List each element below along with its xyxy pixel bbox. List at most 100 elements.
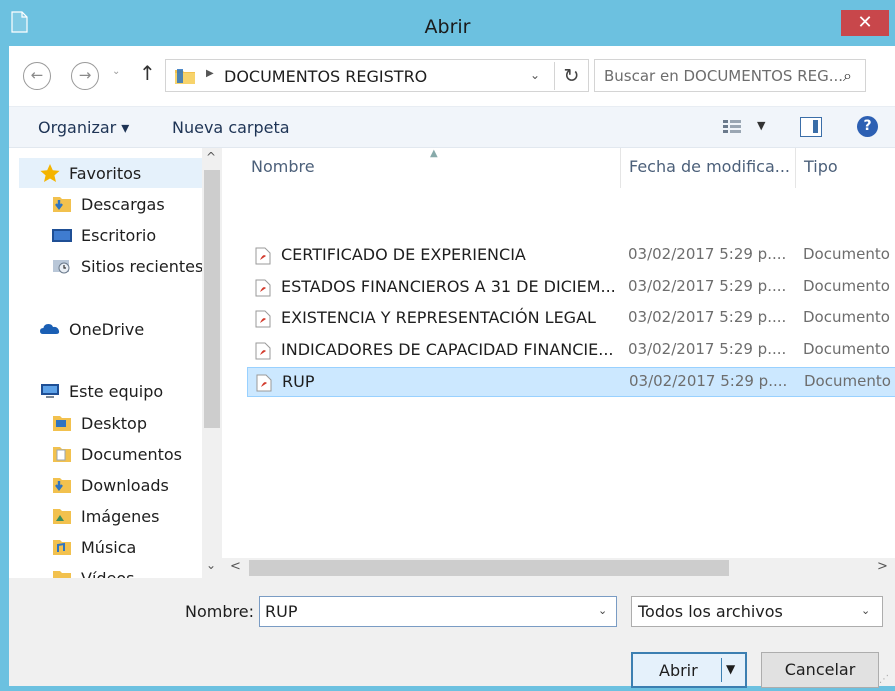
- forward-button[interactable]: →: [71, 62, 99, 90]
- nav-onedrive[interactable]: OneDrive: [39, 316, 144, 342]
- breadcrumb-separator-icon: ▶: [206, 68, 214, 79]
- cancel-button[interactable]: Cancelar: [761, 652, 879, 688]
- filter-dropdown-icon[interactable]: ⌄: [861, 604, 870, 617]
- file-type: Documento: [803, 245, 890, 263]
- sort-ascending-icon: ▲: [430, 148, 438, 159]
- nav-item-label: Downloads: [81, 475, 169, 495]
- file-date: 03/02/2017 5:29 p....: [628, 308, 787, 326]
- desktop-icon: [52, 229, 72, 242]
- pdf-file-icon: [255, 310, 271, 328]
- nav-item-sitios-recientes[interactable]: Sitios recientes: [51, 253, 202, 279]
- horizontal-scrollbar-thumb[interactable]: [249, 560, 729, 576]
- documents-folder-icon: [53, 447, 71, 462]
- column-header-name[interactable]: Nombre: [251, 157, 315, 176]
- pdf-file-icon: [256, 374, 272, 392]
- cloud-icon: [40, 324, 60, 334]
- file-date: 03/02/2017 5:29 p....: [628, 340, 787, 358]
- dialog-title: Abrir: [424, 16, 471, 38]
- file-row[interactable]: ESTADOS FINANCIEROS A 31 DE DICIEM... 03…: [247, 273, 895, 303]
- file-row-selected[interactable]: RUP 03/02/2017 5:29 p.... Documento: [247, 367, 895, 397]
- recent-locations-chevron-icon[interactable]: ⌄: [112, 66, 120, 77]
- column-divider[interactable]: [795, 148, 796, 188]
- file-row[interactable]: EXISTENCIA Y REPRESENTACIÓN LEGAL 03/02/…: [247, 304, 895, 334]
- pictures-folder-icon: [53, 509, 71, 524]
- nav-favorites-label: Favoritos: [69, 163, 142, 183]
- scroll-down-icon[interactable]: ⌄: [206, 558, 216, 572]
- filename-dropdown-icon[interactable]: ⌄: [598, 604, 607, 617]
- file-name: INDICADORES DE CAPACIDAD FINANCIE...: [281, 340, 614, 359]
- file-row[interactable]: INDICADORES DE CAPACIDAD FINANCIE... 03/…: [247, 336, 895, 366]
- open-options-dropdown-icon[interactable]: ▼: [726, 662, 735, 676]
- pdf-file-icon: [255, 342, 271, 360]
- refresh-button[interactable]: ↻: [554, 62, 588, 90]
- column-header-type[interactable]: Tipo: [804, 157, 838, 176]
- file-type-filter-value: Todos los archivos: [638, 602, 783, 621]
- nav-this-pc-label: Este equipo: [69, 381, 164, 401]
- scroll-left-icon[interactable]: <: [230, 559, 241, 574]
- title-bar[interactable]: Abrir ✕: [0, 0, 895, 52]
- new-folder-button[interactable]: Nueva carpeta: [172, 118, 290, 137]
- address-dropdown-icon[interactable]: ⌄: [530, 68, 540, 82]
- nav-item-desktop[interactable]: Desktop: [51, 410, 147, 436]
- file-type-filter[interactable]: Todos los archivos ⌄: [631, 596, 883, 627]
- back-button[interactable]: ←: [23, 62, 51, 90]
- nav-favorites[interactable]: Favoritos: [39, 160, 141, 186]
- folder-icon: [175, 69, 195, 84]
- filename-value[interactable]: RUP: [265, 602, 297, 621]
- nav-scrollbar-thumb[interactable]: [204, 170, 220, 428]
- open-button[interactable]: Abrir ▼: [631, 652, 747, 688]
- horizontal-scrollbar[interactable]: < >: [222, 558, 895, 578]
- filename-label: Nombre:: [185, 602, 254, 621]
- file-name: RUP: [282, 372, 315, 391]
- nav-item-label: Sitios recientes: [81, 256, 202, 276]
- column-header-date[interactable]: Fecha de modifica...: [629, 157, 790, 176]
- nav-item-videos[interactable]: Vídeos: [51, 565, 135, 578]
- scroll-right-icon[interactable]: >: [877, 559, 888, 574]
- nav-item-escritorio[interactable]: Escritorio: [51, 222, 156, 248]
- file-name: EXISTENCIA Y REPRESENTACIÓN LEGAL: [281, 308, 596, 327]
- star-icon: [40, 164, 60, 182]
- file-date: 03/02/2017 5:29 p....: [628, 245, 787, 263]
- command-bar: Organizar ▾ Nueva carpeta ▼ ?: [9, 106, 895, 148]
- dialog-footer: Nombre: RUP ⌄ Todos los archivos ⌄ Abrir…: [9, 578, 895, 688]
- file-type: Documento: [804, 372, 891, 390]
- nav-item-label: Documentos: [81, 444, 183, 464]
- downloads-folder-icon: [53, 478, 71, 493]
- desktop-folder-icon: [53, 416, 71, 431]
- nav-item-label: Música: [81, 537, 137, 557]
- nav-scrollbar[interactable]: ^ ⌄: [202, 148, 222, 578]
- help-icon[interactable]: ?: [857, 116, 878, 137]
- search-input[interactable]: Buscar en DOCUMENTOS REG... ⌕: [594, 59, 866, 92]
- nav-item-musica[interactable]: Música: [51, 534, 136, 560]
- search-icon[interactable]: ⌕: [843, 66, 852, 86]
- nav-item-descargas[interactable]: Descargas: [51, 191, 165, 217]
- videos-folder-icon: [53, 571, 71, 578]
- nav-onedrive-label: OneDrive: [69, 319, 145, 339]
- view-dropdown-icon[interactable]: ▼: [757, 119, 765, 132]
- view-options-icon[interactable]: [722, 119, 742, 135]
- open-button-label: Abrir: [659, 661, 698, 680]
- organize-button[interactable]: Organizar ▾: [38, 118, 129, 137]
- filename-input[interactable]: RUP ⌄: [259, 596, 617, 627]
- preview-pane-icon[interactable]: [800, 117, 822, 137]
- open-dialog: Abrir ✕ ← → ⌄ ↑ ▶ DOCUMENTOS REGISTRO ⌄ …: [0, 0, 895, 691]
- file-type: Documento: [803, 340, 890, 358]
- column-divider[interactable]: [620, 148, 621, 188]
- nav-item-imagenes[interactable]: Imágenes: [51, 503, 159, 529]
- scroll-up-icon[interactable]: ^: [206, 150, 216, 164]
- music-folder-icon: [53, 540, 71, 555]
- downloads-folder-icon: [53, 197, 71, 212]
- nav-item-downloads[interactable]: Downloads: [51, 472, 169, 498]
- dialog-client: ← → ⌄ ↑ ▶ DOCUMENTOS REGISTRO ⌄ ↻ Buscar…: [9, 46, 895, 688]
- close-button[interactable]: ✕: [841, 10, 889, 36]
- up-button[interactable]: ↑: [139, 61, 156, 85]
- navigation-pane: Favoritos Descargas Escritorio Sitios re…: [9, 148, 202, 578]
- file-type: Documento: [803, 308, 890, 326]
- file-date: 03/02/2017 5:29 p....: [629, 372, 788, 390]
- address-path[interactable]: DOCUMENTOS REGISTRO: [224, 67, 427, 86]
- nav-this-pc[interactable]: Este equipo: [39, 378, 163, 404]
- file-row[interactable]: CERTIFICADO DE EXPERIENCIA 03/02/2017 5:…: [247, 241, 895, 271]
- address-bar[interactable]: ▶ DOCUMENTOS REGISTRO ⌄ ↻: [165, 59, 589, 92]
- resize-grip-icon[interactable]: ⋰: [879, 674, 889, 685]
- nav-item-documentos[interactable]: Documentos: [51, 441, 182, 467]
